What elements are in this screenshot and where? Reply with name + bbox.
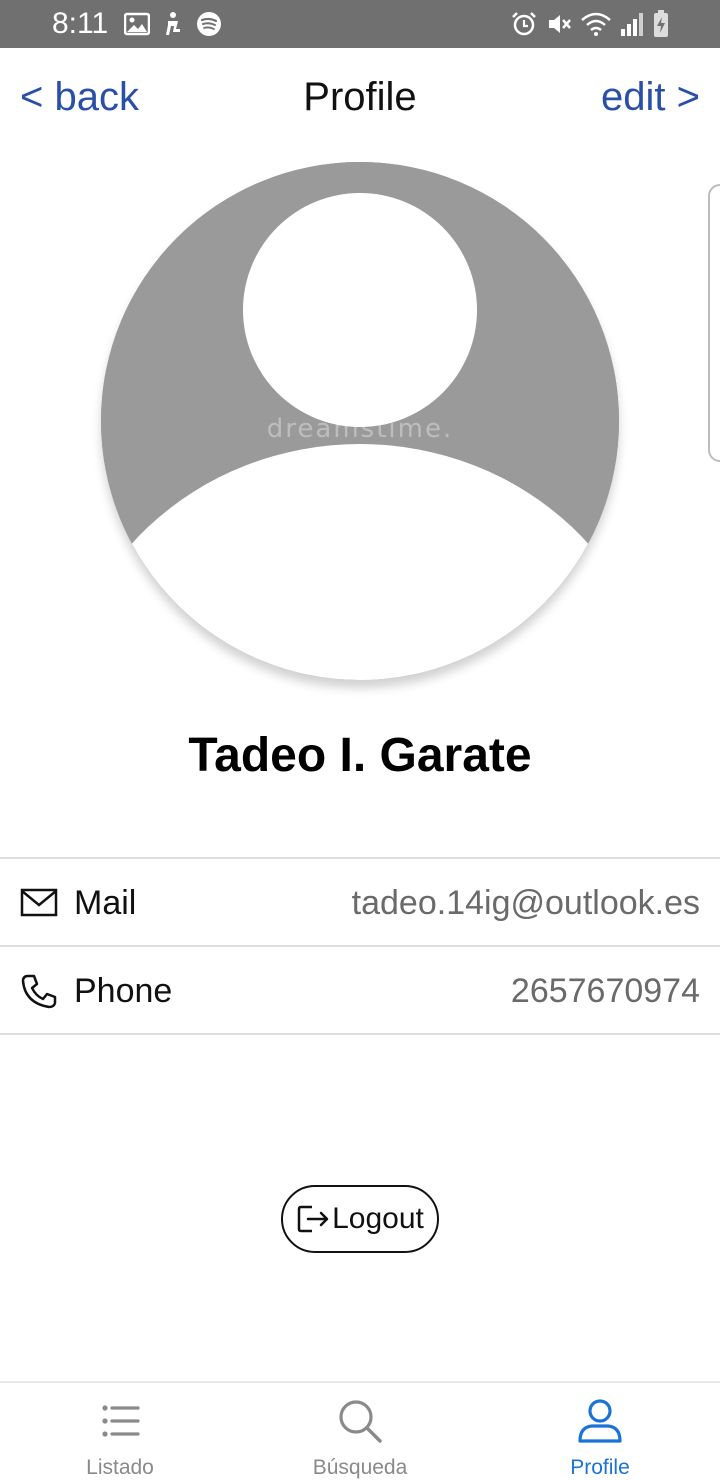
nav-item-listado[interactable]: Listado xyxy=(0,1383,240,1480)
wifi-icon xyxy=(581,12,611,36)
logout-label: Logout xyxy=(332,1202,424,1235)
phone-icon xyxy=(21,974,57,1009)
status-bar: 8:11 xyxy=(0,0,720,48)
accessibility-icon xyxy=(166,12,180,35)
nav-item-busqueda[interactable]: Búsqueda xyxy=(240,1383,480,1480)
phone-row[interactable]: Phone 2657670974 xyxy=(0,945,720,1035)
status-left-icons xyxy=(124,10,222,38)
user-icon xyxy=(578,1399,622,1443)
mail-label: Mail xyxy=(74,884,137,922)
search-icon xyxy=(339,1400,382,1443)
mail-row[interactable]: Mail tadeo.14ig@outlook.es xyxy=(0,857,720,945)
logout-icon xyxy=(297,1205,329,1233)
bottom-nav: Listado Búsqueda Profile xyxy=(0,1381,720,1480)
signal-icon xyxy=(621,13,643,36)
mail-value: tadeo.14ig@outlook.es xyxy=(351,884,700,922)
status-time: 8:11 xyxy=(52,7,109,40)
nav-label-listado: Listado xyxy=(86,1456,154,1479)
mute-icon xyxy=(549,15,571,33)
spotify-icon xyxy=(197,12,221,36)
edge-panel-handle[interactable] xyxy=(708,184,720,462)
image-icon xyxy=(124,12,150,36)
status-right-icons xyxy=(510,10,670,38)
watermark: dreamstime. xyxy=(266,414,454,444)
header: < back Profile edit > xyxy=(0,48,720,148)
alarm-icon xyxy=(512,12,536,36)
user-name: Tadeo I. Garate xyxy=(188,729,532,782)
logout-button[interactable]: Logout xyxy=(281,1185,439,1253)
phone-label: Phone xyxy=(74,972,173,1010)
nav-label-busqueda: Búsqueda xyxy=(312,1456,408,1479)
phone-value: 2657670974 xyxy=(510,972,700,1010)
nav-item-profile[interactable]: Profile xyxy=(480,1383,720,1480)
nav-label-profile: Profile xyxy=(570,1456,630,1479)
avatar: dreamstime. xyxy=(101,162,619,680)
mail-icon xyxy=(20,888,58,917)
battery-charging-icon xyxy=(654,10,668,37)
list-icon xyxy=(102,1405,140,1437)
edit-button[interactable]: edit > xyxy=(601,72,700,122)
